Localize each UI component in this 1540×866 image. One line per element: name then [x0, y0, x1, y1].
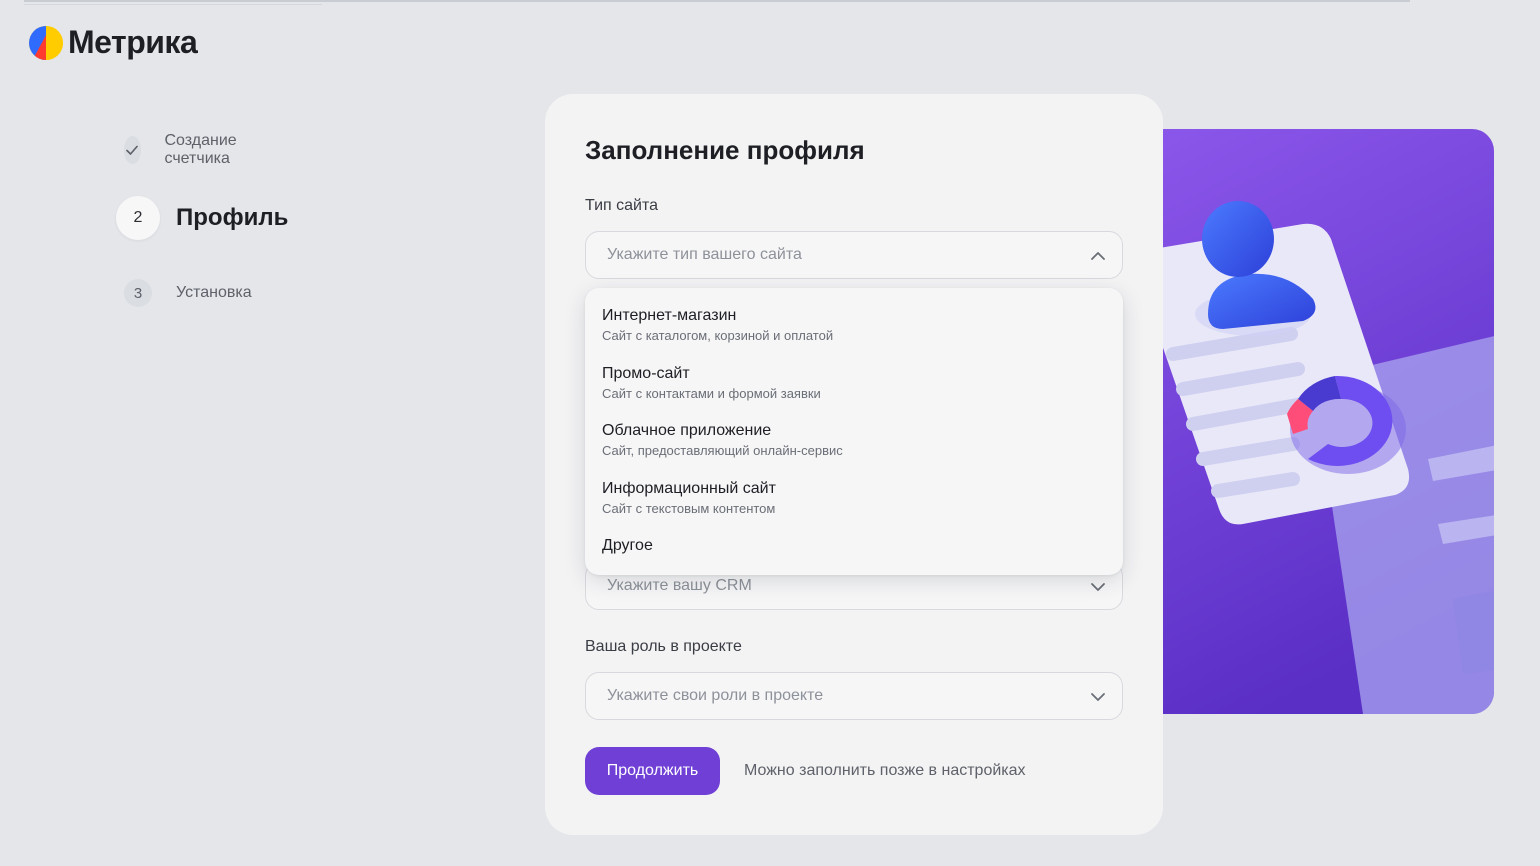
option-description: Сайт с каталогом, корзиной и оплатой: [602, 328, 834, 343]
dropdown-option-promo-site[interactable]: Промо-сайт Сайт с контактами и формой за…: [585, 363, 1123, 421]
step-number: 2: [116, 196, 160, 240]
role-placeholder: Укажите свои роли в проекте: [607, 687, 824, 704]
top-divider: [24, 0, 1410, 2]
chevron-up-icon: [1091, 252, 1105, 260]
step-done-indicator: [124, 136, 141, 164]
option-title: Информационный сайт: [602, 479, 776, 497]
option-description: Сайт с текстовым контентом: [602, 500, 776, 516]
step-counter-creation[interactable]: Создание счетчика: [124, 132, 248, 168]
dropdown-option-cloud-app[interactable]: Облачное приложение Сайт, предоставляющи…: [585, 420, 1123, 478]
profile-illustration: [1163, 129, 1494, 714]
step-label: Установка: [176, 284, 252, 301]
option-title: Интернет-магазин: [602, 307, 737, 324]
step-label: Профиль: [176, 204, 289, 231]
logo-text: Метрика: [68, 24, 198, 60]
dropdown-option-info-site[interactable]: Информационный сайт Сайт с текстовым кон…: [585, 478, 1123, 536]
step-label: Создание счетчика: [164, 132, 237, 167]
option-title: Облачное приложение: [602, 422, 772, 439]
chevron-down-icon: [1091, 693, 1105, 701]
check-icon: [126, 145, 139, 155]
site-type-placeholder: Укажите тип вашего сайта: [607, 246, 802, 263]
top-divider-secondary: [24, 4, 322, 5]
option-title: Промо-сайт: [602, 364, 690, 382]
site-type-select[interactable]: Укажите тип вашего сайта: [585, 231, 1123, 279]
role-label: Ваша роль в проекте: [585, 638, 742, 655]
option-description: Сайт с контактами и формой заявки: [602, 385, 821, 401]
continue-button[interactable]: Продолжить: [585, 747, 720, 795]
dropdown-option-online-store[interactable]: Интернет-магазин Сайт с каталогом, корзи…: [585, 305, 1123, 363]
step-installation: 3 Установка: [124, 279, 252, 307]
form-title: Заполнение профиля: [585, 135, 865, 165]
site-type-dropdown-menu: Интернет-магазин Сайт с каталогом, корзи…: [585, 288, 1123, 575]
metrika-logo-icon: [29, 25, 63, 60]
step-profile: 2 Профиль: [116, 196, 288, 240]
logo[interactable]: Метрика: [28, 24, 198, 61]
step-number: 3: [124, 279, 152, 307]
site-type-label: Тип сайта: [585, 197, 658, 214]
illustration-graphic: [1163, 129, 1494, 714]
page: Метрика Создание счетчика 2 Профиль 3 Ус…: [0, 0, 1540, 866]
dropdown-option-other[interactable]: Другое: [585, 535, 1123, 593]
role-select[interactable]: Укажите свои роли в проекте: [585, 672, 1123, 720]
fill-later-note: Можно заполнить позже в настройках: [744, 762, 1026, 779]
option-description: Сайт, предоставляющий онлайн-сервис: [602, 443, 843, 458]
option-title: Другое: [602, 537, 653, 554]
